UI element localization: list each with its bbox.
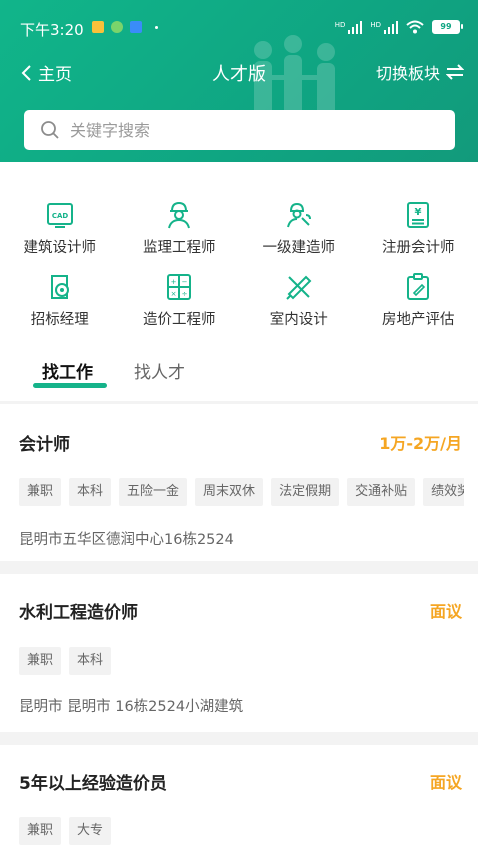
switch-section-label: 切换板块 bbox=[376, 60, 440, 84]
job-salary: 面议 bbox=[430, 769, 462, 793]
status-bar: 下午3:20 HD HD 99 bbox=[0, 0, 478, 44]
job-title: 会计师 bbox=[19, 430, 70, 455]
job-tag: 大专 bbox=[69, 817, 111, 845]
notification-icon bbox=[92, 21, 104, 33]
job-title: 5年以上经验造价员 bbox=[19, 769, 167, 794]
job-tag: 本科 bbox=[69, 647, 111, 675]
wechat-icon bbox=[111, 21, 123, 33]
signal-1-icon: HD bbox=[335, 21, 363, 34]
category-bidding-manager[interactable]: 招标经理 bbox=[0, 272, 120, 348]
svg-text:¥: ¥ bbox=[415, 207, 422, 218]
active-tab-indicator bbox=[33, 383, 107, 388]
job-tags: 兼职 大专 bbox=[19, 817, 464, 845]
calculator-icon: +−× ÷ bbox=[164, 272, 194, 302]
category-label: 一级建造师 bbox=[263, 236, 336, 257]
cad-icon: CAD bbox=[45, 200, 75, 230]
category-label: 造价工程师 bbox=[143, 308, 216, 329]
category-cost-engineer[interactable]: +−× ÷ 造价工程师 bbox=[120, 272, 240, 348]
category-label: 招标经理 bbox=[31, 308, 89, 329]
builder-icon bbox=[284, 200, 314, 230]
job-tag: 兼职 bbox=[19, 647, 61, 675]
job-tag: 绩效奖金 bbox=[423, 478, 464, 506]
category-interior-design[interactable]: 室内设计 bbox=[239, 272, 359, 348]
job-tag: 法定假期 bbox=[271, 478, 339, 506]
job-title: 水利工程造价师 bbox=[19, 598, 138, 623]
category-builder[interactable]: 一级建造师 bbox=[239, 200, 359, 276]
engineer-icon bbox=[164, 200, 194, 230]
tab-bar: 找工作 找人才 bbox=[0, 354, 478, 392]
header-banner: 下午3:20 HD HD 99 主页 人才版 切换板块 bbox=[0, 0, 478, 162]
job-tag: 兼职 bbox=[19, 817, 61, 845]
accountant-icon: ¥ bbox=[403, 200, 433, 230]
design-tools-icon bbox=[284, 272, 314, 302]
category-label: 房地产评估 bbox=[382, 308, 455, 329]
job-address: 昆明市 昆明市 16栋2524小湖建筑 bbox=[19, 695, 243, 716]
signal-2-icon: HD bbox=[370, 21, 398, 34]
swap-arrows-icon bbox=[446, 64, 464, 80]
tab-find-talent[interactable]: 找人才 bbox=[134, 358, 185, 383]
svg-text:−: − bbox=[182, 278, 188, 286]
category-real-estate-appraisal[interactable]: 房地产评估 bbox=[359, 272, 478, 348]
svg-text:×: × bbox=[171, 290, 177, 298]
svg-text:÷: ÷ bbox=[182, 290, 188, 298]
switch-section-button[interactable]: 切换板块 bbox=[376, 60, 464, 84]
clipboard-icon bbox=[403, 272, 433, 302]
job-tag: 五险一金 bbox=[119, 478, 187, 506]
job-tags: 兼职 本科 bbox=[19, 647, 464, 675]
job-list: 会计师 1万-2万/月 兼职 本科 五险一金 周末双休 法定假期 交通补贴 绩效… bbox=[0, 401, 478, 865]
more-notifications-dot-icon bbox=[155, 26, 158, 29]
battery-icon: 99 bbox=[432, 20, 460, 34]
job-card[interactable]: 会计师 1万-2万/月 兼职 本科 五险一金 周末双休 法定假期 交通补贴 绩效… bbox=[0, 404, 478, 561]
svg-text:CAD: CAD bbox=[52, 212, 69, 220]
job-tag: 兼职 bbox=[19, 478, 61, 506]
search-icon bbox=[40, 120, 60, 140]
job-salary: 面议 bbox=[430, 598, 462, 622]
status-time: 下午3:20 bbox=[20, 19, 84, 40]
divider bbox=[0, 561, 478, 574]
category-accountant[interactable]: ¥ 注册会计师 bbox=[359, 200, 478, 276]
job-card[interactable]: 5年以上经验造价员 面议 兼职 大专 bbox=[0, 745, 478, 865]
job-tag: 交通补贴 bbox=[347, 478, 415, 506]
category-supervisor[interactable]: 监理工程师 bbox=[120, 200, 240, 276]
app-notification-icon bbox=[130, 21, 142, 33]
search-bar[interactable] bbox=[24, 110, 455, 150]
job-tag: 本科 bbox=[69, 478, 111, 506]
svg-text:+: + bbox=[171, 278, 177, 286]
category-label: 注册会计师 bbox=[382, 236, 455, 257]
category-label: 监理工程师 bbox=[143, 236, 216, 257]
job-tags: 兼职 本科 五险一金 周末双休 法定假期 交通补贴 绩效奖金 bbox=[19, 478, 464, 506]
divider bbox=[0, 732, 478, 745]
job-salary: 1万-2万/月 bbox=[379, 430, 462, 454]
wifi-icon bbox=[406, 20, 424, 34]
category-label: 建筑设计师 bbox=[24, 236, 97, 257]
tab-find-job[interactable]: 找工作 bbox=[42, 358, 93, 383]
job-tag: 周末双休 bbox=[195, 478, 263, 506]
nav-bar: 主页 人才版 切换板块 bbox=[0, 52, 478, 92]
bidding-icon bbox=[45, 272, 75, 302]
job-address: 昆明市五华区德润中心16栋2524 bbox=[19, 528, 234, 549]
job-card[interactable]: 水利工程造价师 面议 兼职 本科 昆明市 昆明市 16栋2524小湖建筑 bbox=[0, 574, 478, 732]
search-input[interactable] bbox=[68, 120, 432, 141]
category-architect[interactable]: CAD 建筑设计师 bbox=[0, 200, 120, 276]
category-grid: CAD 建筑设计师 监理工程师 一级建造师 ¥ 注册会计师 招标经理 +−× ÷ … bbox=[0, 200, 478, 348]
category-label: 室内设计 bbox=[270, 308, 328, 329]
